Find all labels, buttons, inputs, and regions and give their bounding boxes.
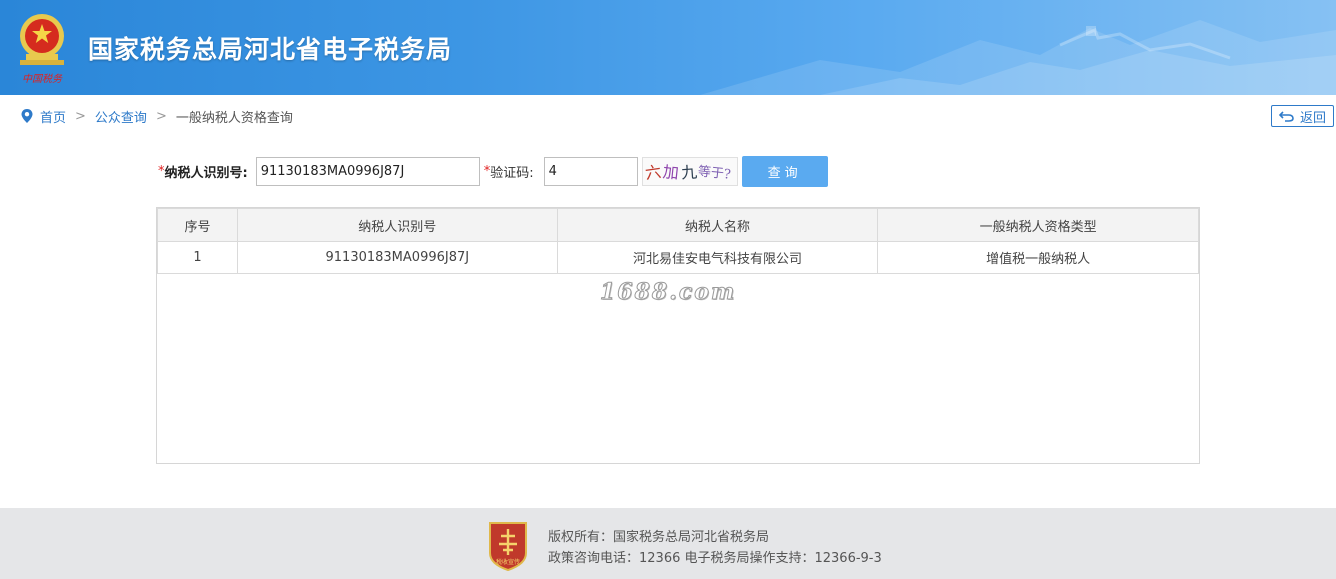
back-button[interactable]: 返回 <box>1271 105 1334 127</box>
location-pin-icon <box>21 109 33 123</box>
site-footer: 税收宣传 版权所有：国家税务总局河北省税务局 政策咨询电话：12366 电子税务… <box>0 508 1336 579</box>
breadcrumb-home-link[interactable]: 首页 <box>40 107 66 126</box>
captcha-image[interactable]: 六 加 九 等于? <box>641 156 738 186</box>
footer-copyright: 版权所有：国家税务总局河北省税务局 <box>548 530 770 545</box>
captcha-input[interactable] <box>543 156 638 186</box>
table-cell: 河北易佳安电气科技有限公司 <box>556 241 879 274</box>
column-header: 序号 <box>157 208 238 242</box>
back-button-label: 返回 <box>1299 110 1326 126</box>
badge-text: 税收宣传 <box>496 558 520 566</box>
table-cell: 1 <box>157 241 238 274</box>
tax-emblem-logo: 中国税务 <box>20 14 64 85</box>
taxid-label: 纳税人识别号: <box>164 165 248 181</box>
captcha-char: 九 <box>680 162 698 183</box>
breadcrumb-separator: > <box>75 108 86 124</box>
table-header-row: 序号 纳税人识别号 纳税人名称 一般纳税人资格类型 <box>157 208 1199 242</box>
breadcrumb-public-query-link[interactable]: 公众查询 <box>95 107 147 126</box>
site-header: 中国税务 国家税务总局河北省电子税务局 <box>0 0 1336 95</box>
captcha-char: 六 <box>643 161 663 184</box>
watermark: 1688.com <box>599 279 737 306</box>
captcha-label: 验证码: <box>490 165 534 181</box>
result-table-panel: 序号 纳税人识别号 纳税人名称 一般纳税人资格类型 1 91130183MA09… <box>156 207 1200 464</box>
table-cell: 增值税一般纳税人 <box>877 241 1199 274</box>
logo-caption: 中国税务 <box>22 73 63 85</box>
footer-contact: 政策咨询电话：12366 电子税务局操作支持：12366-9-3 <box>548 551 882 566</box>
breadcrumb-separator: > <box>155 108 167 124</box>
table-row: 1 91130183MA0996J87J 河北易佳安电气科技有限公司 增值税一般… <box>157 241 1199 274</box>
table-cell: 91130183MA0996J87J <box>236 241 558 274</box>
taxid-input[interactable] <box>255 156 480 186</box>
result-table: 序号 纳税人识别号 纳税人名称 一般纳税人资格类型 1 91130183MA09… <box>157 208 1199 274</box>
site-title: 国家税务总局河北省电子税务局 <box>88 35 453 64</box>
column-header: 纳税人名称 <box>556 208 879 242</box>
column-header: 纳税人识别号 <box>236 208 558 242</box>
column-header: 一般纳税人资格类型 <box>877 208 1199 242</box>
captcha-char: 等于? <box>696 163 732 183</box>
back-arrow-icon <box>1278 111 1294 122</box>
search-form: * 纳税人识别号: * 验证码: 六 加 九 等于? 查询 <box>158 155 828 187</box>
breadcrumb-current: 一般纳税人资格查询 <box>175 110 293 126</box>
captcha-char: 加 <box>661 162 680 183</box>
footer-text: 版权所有：国家税务总局河北省税务局 政策咨询电话：12366 电子税务局操作支持… <box>548 527 882 569</box>
tax-promotion-badge-icon: 税收宣传 <box>489 522 527 571</box>
breadcrumb: 首页 > 公众查询 > 一般纳税人资格查询 <box>20 106 293 126</box>
query-button[interactable]: 查询 <box>741 155 828 187</box>
